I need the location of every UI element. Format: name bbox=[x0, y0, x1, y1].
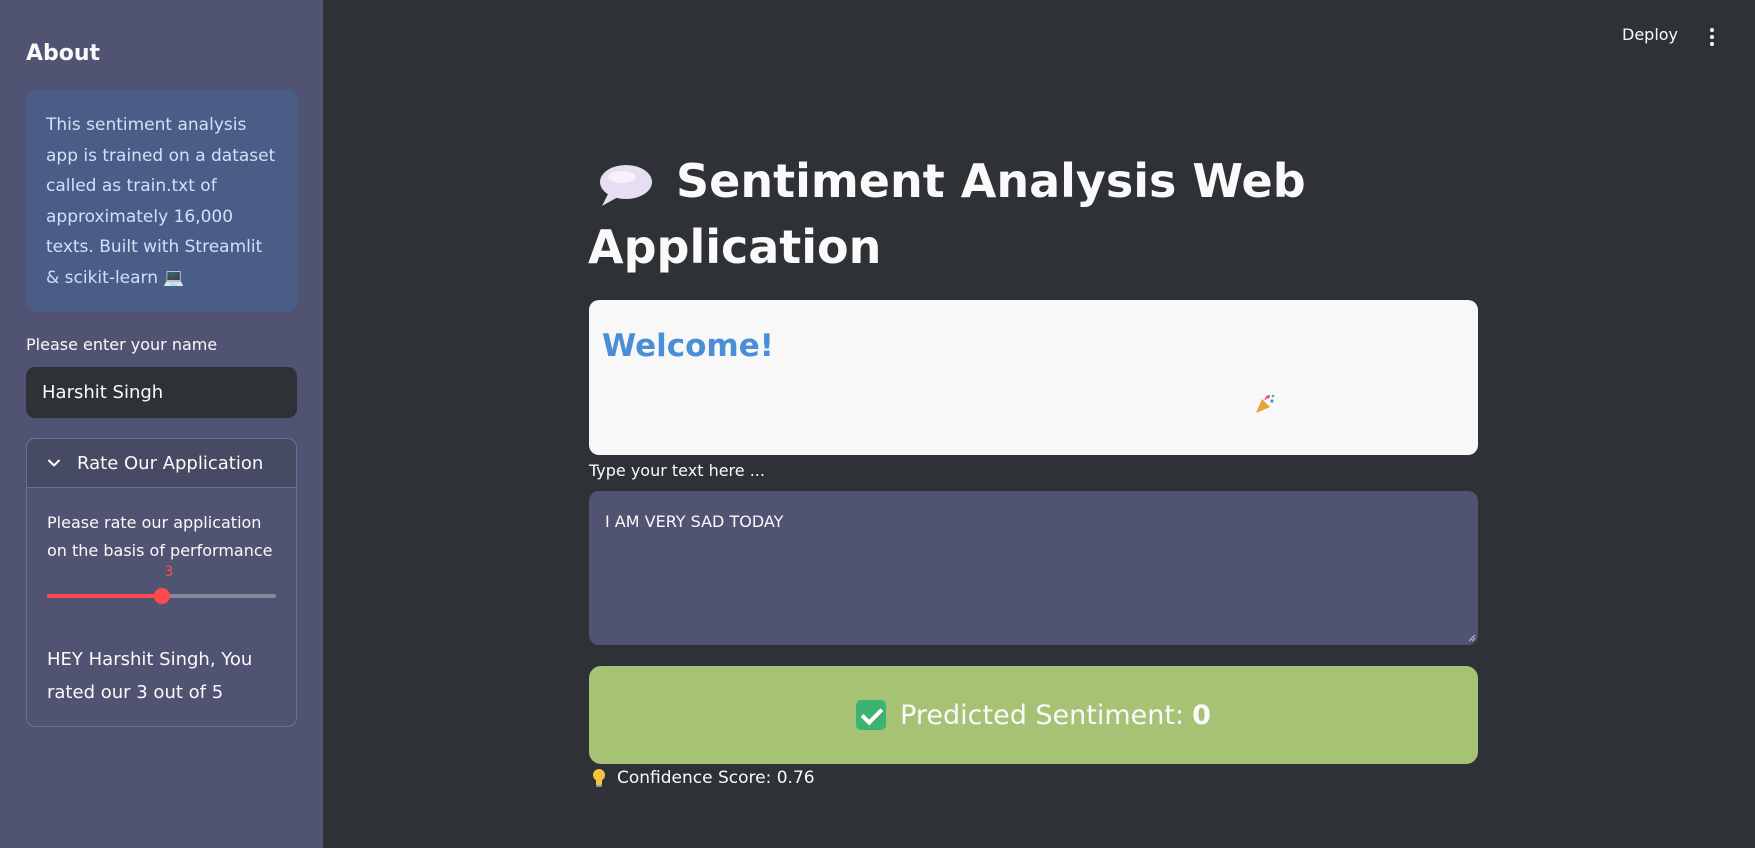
expander-header[interactable]: Rate Our Application bbox=[27, 439, 296, 488]
chevron-down-icon bbox=[48, 459, 60, 467]
slider-fill bbox=[47, 594, 162, 598]
light-bulb-icon bbox=[593, 769, 605, 787]
text-input-label: Type your text here ... bbox=[589, 461, 765, 480]
info-text: This sentiment analysis app is trained o… bbox=[46, 115, 276, 288]
page-title: Sentiment Analysis Web Application bbox=[588, 148, 1348, 280]
party-popper-icon bbox=[1256, 394, 1275, 413]
sidebar: About This sentiment analysis app is tra… bbox=[0, 0, 323, 848]
deploy-button[interactable]: Deploy bbox=[1622, 25, 1678, 44]
resize-grip-icon[interactable] bbox=[1468, 634, 1476, 642]
slider-value: 3 bbox=[164, 564, 174, 580]
slider-thumb[interactable] bbox=[153, 588, 170, 604]
text-input[interactable] bbox=[589, 491, 1478, 645]
result-box: Predicted Sentiment: 0 bbox=[589, 666, 1478, 764]
rating-slider[interactable] bbox=[47, 588, 276, 604]
sidebar-title: About bbox=[26, 41, 101, 66]
rating-message: HEY Harshit Singh, You rated our 3 out o… bbox=[47, 649, 253, 703]
welcome-box: Welcome! bbox=[589, 300, 1478, 455]
result-value: 0 bbox=[1192, 699, 1211, 731]
speech-bubble-icon bbox=[600, 164, 652, 206]
check-mark-icon bbox=[856, 700, 887, 730]
name-label: Please enter your name bbox=[26, 335, 218, 354]
confidence-text: Confidence Score: 0.76 bbox=[617, 768, 815, 788]
welcome-text: Welcome! bbox=[602, 328, 774, 364]
result-label: Predicted Sentiment: bbox=[900, 699, 1185, 731]
confidence-score: Confidence Score: 0.76 bbox=[591, 768, 815, 788]
page-title-text: Sentiment Analysis Web Application bbox=[588, 154, 1306, 274]
rating-expander: Rate Our Application Please rate our app… bbox=[26, 438, 297, 727]
kebab-menu-icon[interactable] bbox=[1707, 27, 1717, 47]
expander-title: Rate Our Application bbox=[77, 452, 264, 474]
rate-label: Please rate our application on the basis… bbox=[47, 513, 273, 560]
info-box: This sentiment analysis app is trained o… bbox=[26, 90, 297, 312]
name-input[interactable] bbox=[26, 367, 297, 418]
